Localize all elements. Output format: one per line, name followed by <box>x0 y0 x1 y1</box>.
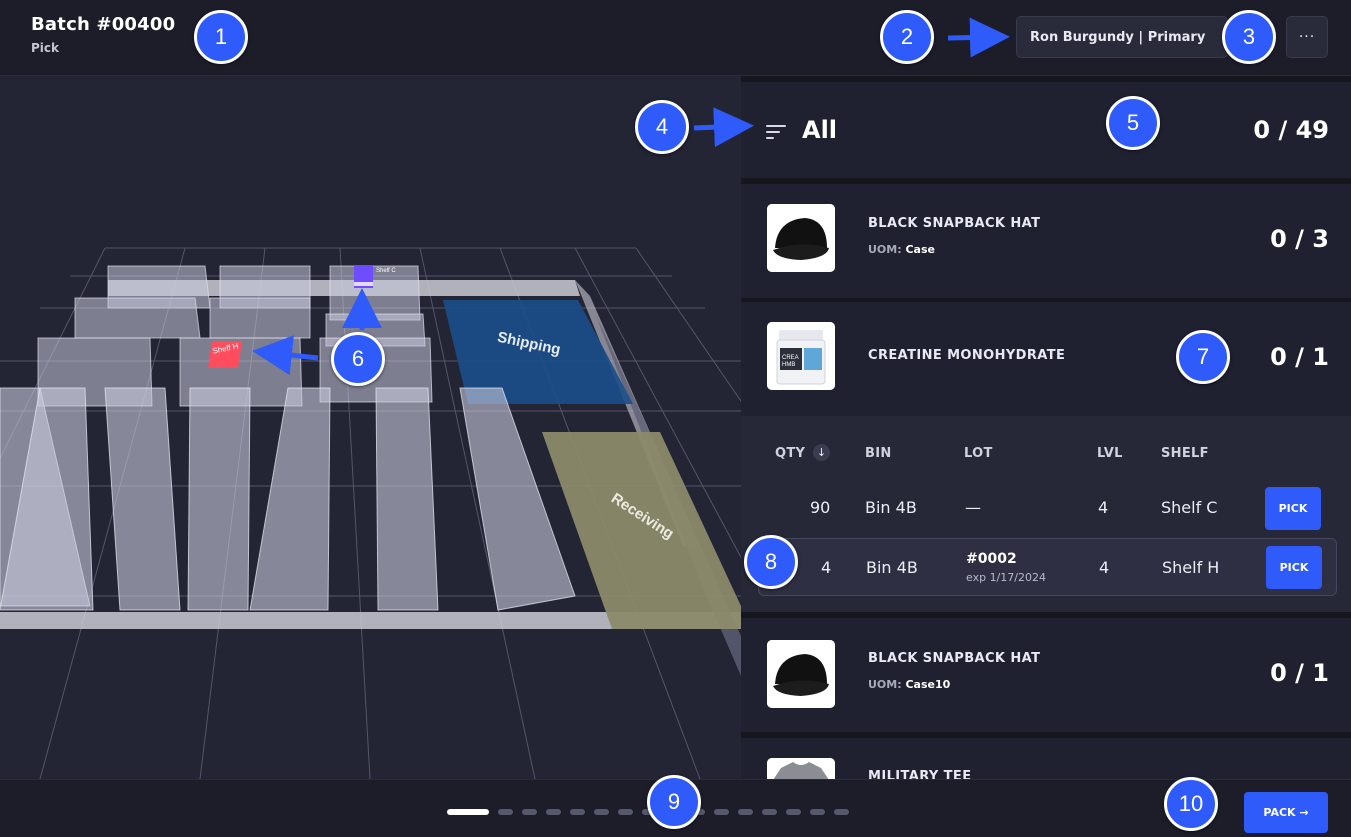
callout-marker: 3 <box>1222 10 1276 64</box>
qty-header[interactable]: QTY <box>775 446 805 461</box>
creatine-tub-photo: CREA HMB <box>767 322 835 390</box>
total-picked-count: 0 / 49 <box>1253 116 1329 144</box>
callout-marker: 8 <box>744 535 798 589</box>
callout-marker: 9 <box>647 775 701 829</box>
bin-lot-expiry: exp 1/17/2024 <box>966 571 1046 584</box>
pack-button[interactable]: PACK → <box>1244 792 1328 833</box>
step-dot[interactable] <box>762 809 777 815</box>
step-dot[interactable] <box>618 809 633 815</box>
bin-header: BIN <box>865 446 892 461</box>
bin-qty: 90 <box>810 498 831 517</box>
bin-locations-table: QTY ↓ BIN LOT LVL SHELF 90 Bin 4B — 4 Sh… <box>741 416 1351 612</box>
step-dot[interactable] <box>594 809 609 815</box>
bin-level: 4 <box>1098 498 1109 517</box>
filter-label[interactable]: All <box>802 116 837 144</box>
pick-list-panel: All 0 / 49 BLACK SNAPBACK HAT UOM: Case … <box>741 76 1351 779</box>
callout-marker: 4 <box>635 100 689 154</box>
gray-tee-photo <box>767 758 835 779</box>
bin-lot: #0002 <box>966 551 1017 567</box>
filter-icon[interactable] <box>766 125 786 139</box>
lot-header: LOT <box>964 446 993 461</box>
step-dot[interactable] <box>498 809 513 815</box>
receiving-zone <box>542 432 741 629</box>
step-dot[interactable] <box>546 809 561 815</box>
user-button[interactable]: Ron Burgundy | Primary <box>1016 16 1228 58</box>
step-dot[interactable] <box>834 809 849 815</box>
item-count: 0 / 3 <box>1270 225 1329 253</box>
black-cap-photo <box>767 640 835 708</box>
sort-down-icon[interactable]: ↓ <box>813 444 830 461</box>
callout-marker: 10 <box>1164 777 1218 831</box>
bin-name: Bin 4B <box>865 498 917 517</box>
svg-text:HMB: HMB <box>782 362 795 368</box>
item-name: MILITARY TEE <box>868 769 972 779</box>
pick-button[interactable]: PICK <box>1266 546 1322 589</box>
step-dot-active[interactable] <box>447 809 489 815</box>
step-dot[interactable] <box>786 809 801 815</box>
bin-name: Bin 4B <box>866 558 918 577</box>
shelf-c-label: Shelf C <box>376 268 396 274</box>
bin-lot: — <box>965 498 981 517</box>
item-name: BLACK SNAPBACK HAT <box>868 216 1041 231</box>
svg-text:CREA: CREA <box>782 355 799 361</box>
item-count: 0 / 1 <box>1270 659 1329 687</box>
batch-title: Batch #00400 <box>31 14 176 35</box>
step-dot[interactable] <box>522 809 537 815</box>
bin-qty: 4 <box>821 558 832 577</box>
bin-shelf: Shelf H <box>1162 558 1220 577</box>
pick-button[interactable]: PICK <box>1265 487 1321 530</box>
bin-shelf: Shelf C <box>1161 498 1218 517</box>
item-row[interactable]: MILITARY TEE <box>741 738 1351 779</box>
item-uom: UOM: Case <box>868 243 935 256</box>
item-uom: UOM: Case10 <box>868 678 951 691</box>
batch-mode: Pick <box>31 41 60 55</box>
step-dot[interactable] <box>810 809 825 815</box>
black-cap-photo <box>767 204 835 272</box>
warehouse-map[interactable]: Shipping Receiving Shelf H Shelf C <box>0 76 741 779</box>
callout-marker: 7 <box>1176 330 1230 384</box>
shelf-header: SHELF <box>1161 446 1209 461</box>
bin-row[interactable]: 90 Bin 4B — 4 Shelf C PICK <box>758 479 1337 537</box>
bin-row-selected[interactable]: 4 Bin 4B #0002 exp 1/17/2024 4 Shelf H P… <box>758 538 1337 596</box>
callout-marker: 5 <box>1106 96 1160 150</box>
bin-level: 4 <box>1099 558 1110 577</box>
item-name: CREATINE MONOHYDRATE <box>868 348 1066 363</box>
callout-marker: 6 <box>331 332 385 386</box>
step-dot[interactable] <box>738 809 753 815</box>
item-count: 0 / 1 <box>1270 343 1329 371</box>
callout-marker: 1 <box>194 10 248 64</box>
item-row-selected[interactable]: CREA HMB CREATINE MONOHYDRATE 0 / 1 <box>741 302 1351 416</box>
lvl-header: LVL <box>1097 446 1123 461</box>
more-options-icon[interactable]: ··· <box>1286 16 1328 58</box>
filter-bar[interactable]: All 0 / 49 <box>741 82 1351 178</box>
step-dot[interactable] <box>570 809 585 815</box>
item-row[interactable]: BLACK SNAPBACK HAT UOM: Case 0 / 3 <box>741 184 1351 298</box>
step-dot[interactable] <box>714 809 729 815</box>
item-row[interactable]: BLACK SNAPBACK HAT UOM: Case10 0 / 1 <box>741 618 1351 732</box>
item-name: BLACK SNAPBACK HAT <box>868 651 1041 666</box>
callout-marker: 2 <box>880 10 934 64</box>
